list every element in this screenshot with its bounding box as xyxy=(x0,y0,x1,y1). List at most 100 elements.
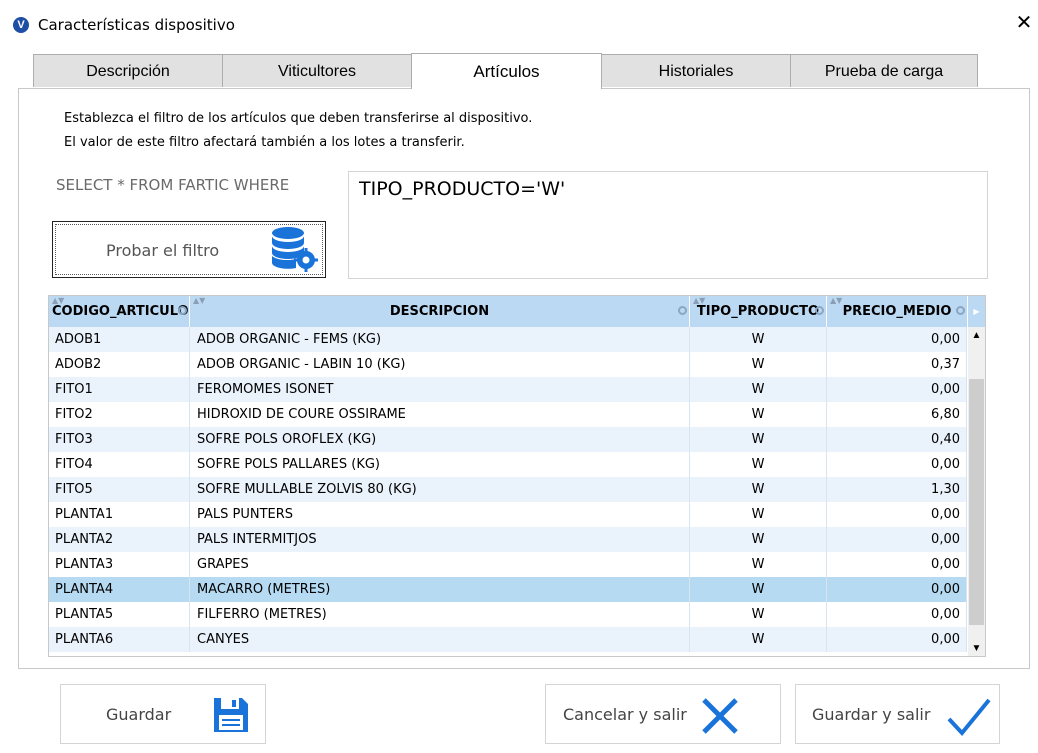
floppy-disk-icon xyxy=(214,698,248,732)
cell-codigo: FITO5 xyxy=(49,477,190,502)
tab-historiales[interactable]: Historiales xyxy=(601,54,791,87)
cell-codigo: PLANTA3 xyxy=(49,552,190,577)
cell-tipo-producto: W xyxy=(690,502,827,527)
cell-descripcion: PALS INTERMITJOS xyxy=(190,527,690,552)
cell-precio-medio: 0,00 xyxy=(827,327,967,352)
filter-input-value: TIPO_PRODUCTO='W' xyxy=(359,178,566,200)
cancel-exit-button[interactable]: Cancelar y salir xyxy=(545,684,781,744)
cell-descripcion: SOFRE POLS PALLARES (KG) xyxy=(190,452,690,477)
app-logo-icon: V xyxy=(13,17,29,33)
scroll-down-icon[interactable]: ▼ xyxy=(968,640,985,656)
column-header-descripcion[interactable]: ▲▼ DESCRIPCION xyxy=(190,296,690,327)
table-row[interactable]: FITO3 SOFRE POLS OROFLEX (KG) W 0,40 xyxy=(49,427,967,452)
search-icon[interactable] xyxy=(956,306,965,315)
cell-tipo-producto: W xyxy=(690,327,827,352)
cell-precio-medio: 0,00 xyxy=(827,552,967,577)
table-row[interactable]: ADOB2 ADOB ORGANIC - LABIN 10 (KG) W 0,37 xyxy=(49,352,967,377)
cell-precio-medio: 0,00 xyxy=(827,377,967,402)
cell-precio-medio: 0,00 xyxy=(827,602,967,627)
cell-descripcion: SOFRE POLS OROFLEX (KG) xyxy=(190,427,690,452)
checkmark-icon xyxy=(947,698,991,737)
cell-descripcion: MACARRO (METRES) xyxy=(190,577,690,602)
database-gear-icon xyxy=(272,227,318,272)
tab-prueba-de-carga[interactable]: Prueba de carga xyxy=(790,54,978,87)
cell-descripcion: ADOB ORGANIC - FEMS (KG) xyxy=(190,327,690,352)
column-header-label: TIPO_PRODUCTO xyxy=(696,304,820,319)
cell-tipo-producto: W xyxy=(690,352,827,377)
cell-precio-medio: 0,00 xyxy=(827,577,967,602)
cell-descripcion: ADOB ORGANIC - LABIN 10 (KG) xyxy=(190,352,690,377)
window-title: Características dispositivo xyxy=(38,16,235,34)
column-header-precio-medio[interactable]: ▲▼ PRECIO_MEDIO xyxy=(827,296,968,327)
cell-precio-medio: 1,30 xyxy=(827,477,967,502)
title-bar: V Características dispositivo ✕ xyxy=(0,0,1038,44)
cell-descripcion: SOFRE MULLABLE ZOLVIS 80 (KG) xyxy=(190,477,690,502)
filter-input[interactable]: TIPO_PRODUCTO='W' xyxy=(348,171,988,279)
cell-tipo-producto: W xyxy=(690,452,827,477)
cell-descripcion: HIDROXID DE COURE OSSIRAME xyxy=(190,402,690,427)
cell-precio-medio: 0,00 xyxy=(827,527,967,552)
sort-icon: ▲▼ xyxy=(830,296,843,305)
table-row[interactable]: PLANTA6 CANYES W 0,00 xyxy=(49,627,967,652)
column-chooser-icon[interactable]: ▶ xyxy=(968,296,985,327)
close-icon[interactable]: ✕ xyxy=(1013,12,1035,34)
sort-icon: ▲▼ xyxy=(693,296,706,305)
column-header-tipo-producto[interactable]: ▲▼ TIPO_PRODUCTO xyxy=(690,296,827,327)
search-icon[interactable] xyxy=(678,306,687,315)
cell-tipo-producto: W xyxy=(690,377,827,402)
sql-prefix-label: SELECT * FROM FARTIC WHERE xyxy=(56,176,290,194)
filter-instructions-line1: Establezca el filtro de los artículos qu… xyxy=(64,111,533,126)
tab-viticultores[interactable]: Viticultores xyxy=(222,54,412,87)
cell-descripcion: GRAPES xyxy=(190,552,690,577)
cell-codigo: FITO4 xyxy=(49,452,190,477)
cell-tipo-producto: W xyxy=(690,602,827,627)
column-header-label: PRECIO_MEDIO xyxy=(842,304,952,319)
cell-codigo: PLANTA4 xyxy=(49,577,190,602)
tab-descripcion[interactable]: Descripción xyxy=(33,54,223,87)
tab-articulos[interactable]: Artículos xyxy=(411,53,602,89)
table-row[interactable]: FITO5 SOFRE MULLABLE ZOLVIS 80 (KG) W 1,30 xyxy=(49,477,967,502)
table-row[interactable]: PLANTA3 GRAPES W 0,00 xyxy=(49,552,967,577)
cell-codigo: ADOB2 xyxy=(49,352,190,377)
cancel-exit-label: Cancelar y salir xyxy=(563,705,687,724)
search-icon[interactable] xyxy=(815,306,824,315)
save-exit-button[interactable]: Guardar y salir xyxy=(795,684,1000,744)
scroll-up-icon[interactable]: ▲ xyxy=(968,327,985,344)
test-filter-button[interactable]: Probar el filtro xyxy=(52,221,326,278)
cell-descripcion: FEROMOMES ISONET xyxy=(190,377,690,402)
table-row[interactable]: PLANTA4 MACARRO (METRES) W 0,00 xyxy=(49,577,967,602)
vertical-scrollbar[interactable]: ▲ ▼ xyxy=(968,327,985,656)
articles-grid: ▲▼ CODIGO_ARTICULO ▲▼ DESCRIPCION ▲▼ TIP… xyxy=(48,295,986,657)
table-row[interactable]: FITO4 SOFRE POLS PALLARES (KG) W 0,00 xyxy=(49,452,967,477)
table-row[interactable]: PLANTA1 PALS PUNTERS W 0,00 xyxy=(49,502,967,527)
test-filter-label: Probar el filtro xyxy=(106,241,220,260)
cell-codigo: ADOB1 xyxy=(49,327,190,352)
table-row[interactable]: FITO2 HIDROXID DE COURE OSSIRAME W 6,80 xyxy=(49,402,967,427)
filter-instructions-line2: El valor de este filtro afectará también… xyxy=(64,135,465,150)
table-row[interactable]: ADOB1 ADOB ORGANIC - FEMS (KG) W 0,00 xyxy=(49,327,967,352)
column-header-label: DESCRIPCION xyxy=(389,304,490,319)
cell-descripcion: FILFERRO (METRES) xyxy=(190,602,690,627)
cell-codigo: PLANTA1 xyxy=(49,502,190,527)
cell-tipo-producto: W xyxy=(690,527,827,552)
table-row[interactable]: PLANTA2 PALS INTERMITJOS W 0,00 xyxy=(49,527,967,552)
table-row[interactable]: PLANTA5 FILFERRO (METRES) W 0,00 xyxy=(49,602,967,627)
scroll-thumb[interactable] xyxy=(969,379,984,625)
cell-codigo: FITO2 xyxy=(49,402,190,427)
column-header-label: CODIGO_ARTICULO xyxy=(52,304,189,319)
cell-codigo: PLANTA6 xyxy=(49,627,190,652)
table-row[interactable]: FITO1 FEROMOMES ISONET W 0,00 xyxy=(49,377,967,402)
cell-precio-medio: 6,80 xyxy=(827,402,967,427)
grid-header: ▲▼ CODIGO_ARTICULO ▲▼ DESCRIPCION ▲▼ TIP… xyxy=(49,296,985,327)
cell-tipo-producto: W xyxy=(690,577,827,602)
cell-descripcion: PALS PUNTERS xyxy=(190,502,690,527)
cell-tipo-producto: W xyxy=(690,552,827,577)
save-button[interactable]: Guardar xyxy=(60,684,266,744)
cell-codigo: FITO3 xyxy=(49,427,190,452)
sort-icon: ▲▼ xyxy=(193,296,206,305)
cell-tipo-producto: W xyxy=(690,427,827,452)
column-header-codigo[interactable]: ▲▼ CODIGO_ARTICULO xyxy=(49,296,190,327)
search-icon[interactable] xyxy=(178,306,187,315)
cell-codigo: PLANTA2 xyxy=(49,527,190,552)
save-label: Guardar xyxy=(106,705,172,724)
